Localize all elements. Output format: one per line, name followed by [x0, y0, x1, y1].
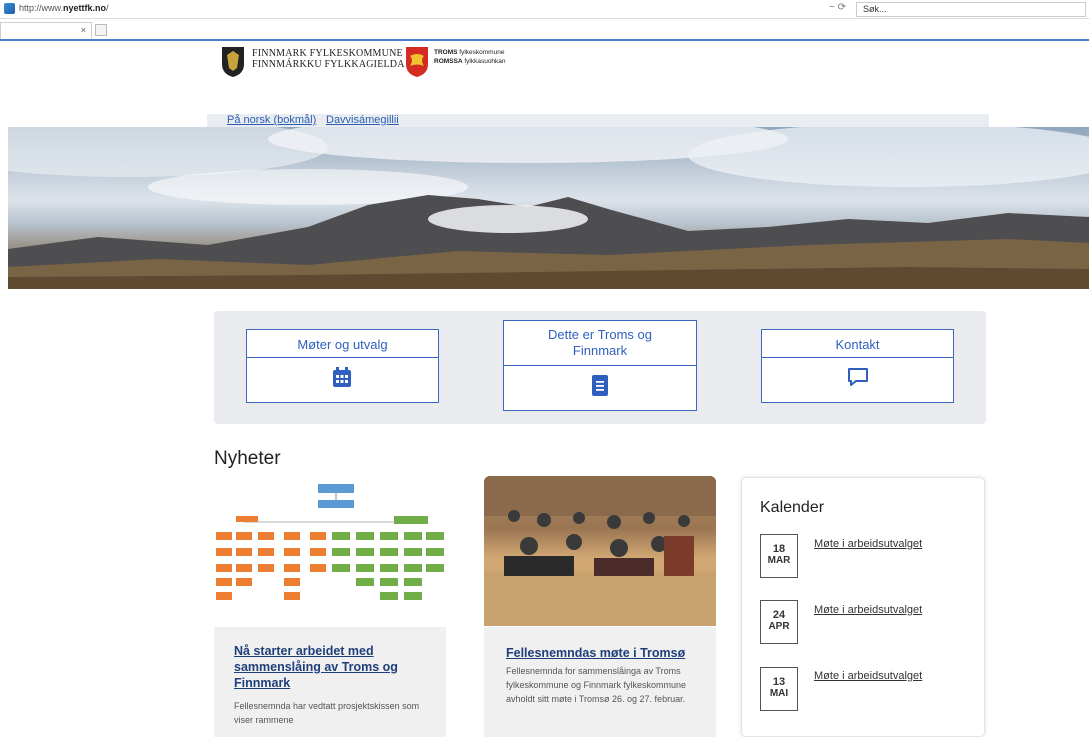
refresh-icon[interactable]: ~ ⟳ — [829, 2, 846, 13]
finnmark-logo-text[interactable]: FINNMARK FYLKESKOMMUNE FINNMÁRKKU FYLKKA… — [252, 48, 405, 70]
language-link-sami[interactable]: Davvisámegillii — [326, 114, 399, 126]
news-card-tromso-meeting[interactable]: Fellesnemndas møte i Tromsø Fellesnemnda… — [484, 627, 716, 737]
troms-coat-of-arms-icon[interactable] — [405, 46, 429, 78]
news-card-merger-title[interactable]: Nå starter arbeidet med sammenslåing av … — [234, 643, 434, 691]
logo2-line1-bold: TROMS — [434, 49, 458, 56]
card-divider — [247, 357, 438, 358]
finnmark-coat-of-arms-icon[interactable] — [221, 46, 245, 78]
news-heading: Nyheter — [214, 448, 281, 469]
quick-link-contact-label: Kontakt — [835, 337, 880, 352]
quick-link-about[interactable]: Dette er Troms og Finnmark — [503, 320, 697, 411]
browser-tab[interactable]: × — [0, 22, 92, 39]
url-prefix: http://www. — [19, 3, 64, 13]
browser-chrome: http://www.nyettfk.no/ ~ ⟳ Søk... × — [0, 0, 1089, 41]
troms-logo-text[interactable]: TROMS fylkeskommune ROMSSA fylkkasuohkan — [434, 48, 506, 66]
calendar-event-link[interactable]: Møte i arbeidsutvalget — [814, 670, 922, 682]
calendar-day: 13 — [772, 676, 786, 688]
calendar-day: 24 — [772, 609, 786, 621]
quick-link-contact[interactable]: Kontakt — [761, 329, 954, 403]
chat-icon — [848, 368, 868, 386]
language-bar — [207, 114, 989, 128]
quick-link-about-label: Dette er Troms og Finnmark — [547, 327, 653, 358]
url-text[interactable]: http://www.nyettfk.no/ — [19, 3, 109, 13]
new-tab-button[interactable] — [95, 24, 107, 36]
browser-search-input[interactable]: Søk... — [856, 2, 1086, 17]
calendar-title: Kalender — [760, 499, 825, 516]
close-tab-icon[interactable]: × — [81, 25, 86, 35]
logo1-line1: FINNMARK FYLKESKOMMUNE — [252, 48, 403, 59]
hero-mountain-image — [8, 127, 1089, 289]
news-thumbnail-meeting-photo[interactable] — [484, 476, 716, 626]
card-divider — [762, 357, 953, 358]
calendar-month: MAR — [767, 555, 791, 566]
book-icon — [592, 375, 608, 396]
language-link-bokmal[interactable]: På norsk (bokmål) — [227, 114, 316, 126]
url-suffix: / — [106, 3, 109, 13]
site-favicon-icon — [4, 3, 15, 14]
tab-strip: × — [0, 20, 1089, 40]
news-card-merger[interactable]: Nå starter arbeidet med sammenslåing av … — [214, 627, 446, 737]
card-divider — [504, 365, 696, 366]
calendar-month: MAI — [769, 688, 789, 699]
logo2-line2-rest: fylkkasuohkan — [462, 58, 506, 65]
calendar-event-link[interactable]: Møte i arbeidsutvalget — [814, 538, 922, 550]
chrome-divider — [0, 39, 1089, 41]
news-card-merger-excerpt: Fellesnemnda har vedtatt prosjektskissen… — [234, 701, 420, 725]
news-card-tromso-excerpt: Fellesnemnda for sammenslåinga av Troms … — [506, 666, 687, 704]
address-bar[interactable]: http://www.nyettfk.no/ ~ ⟳ Søk... — [0, 0, 1089, 19]
calendar-date-badge: 18 MAR — [760, 534, 798, 578]
quick-link-meetings[interactable]: Møter og utvalg — [246, 329, 439, 403]
logo2-line2-bold: ROMSSA — [434, 58, 463, 65]
calendar-icon — [333, 367, 351, 387]
logo1-line2: FINNMÁRKKU FYLKKAGIELDA — [252, 59, 405, 70]
url-domain: nyettfk.no — [63, 3, 107, 13]
logo2-line1-rest: fylkeskommune — [457, 49, 505, 56]
quick-link-meetings-label: Møter og utvalg — [297, 337, 388, 352]
calendar-date-badge: 13 MAI — [760, 667, 798, 711]
calendar-event-link[interactable]: Møte i arbeidsutvalget — [814, 604, 922, 616]
news-thumbnail-org-chart[interactable] — [214, 476, 446, 626]
news-card-tromso-title[interactable]: Fellesnemndas møte i Tromsø — [506, 645, 706, 661]
calendar-day: 18 — [772, 543, 786, 555]
calendar-month: APR — [768, 621, 790, 632]
calendar-date-badge: 24 APR — [760, 600, 798, 644]
